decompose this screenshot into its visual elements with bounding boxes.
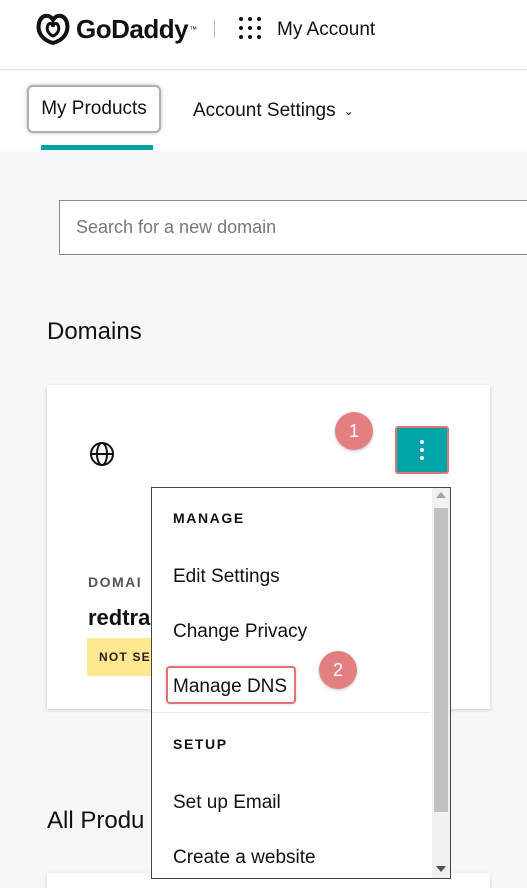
more-options-button[interactable] — [395, 426, 449, 474]
menu-section-setup: SETUP — [173, 736, 228, 752]
trademark-symbol: ™ — [189, 24, 198, 34]
active-tab-indicator — [41, 145, 153, 150]
brand-name: GoDaddy — [76, 13, 189, 44]
menu-item-change-privacy[interactable]: Change Privacy — [173, 621, 307, 643]
all-products-heading: All Produ — [47, 807, 145, 834]
tab-label: My Products — [41, 98, 147, 119]
menu-item-create-website[interactable]: Create a website — [173, 847, 316, 869]
menu-item-set-up-email[interactable]: Set up Email — [173, 792, 281, 814]
godaddy-logo[interactable]: GoDaddy ™ — [34, 12, 197, 46]
menu-divider — [152, 712, 430, 713]
tab-account-settings[interactable]: Account Settings ⌄ — [193, 100, 354, 122]
domain-name[interactable]: redtra — [88, 605, 150, 631]
menu-item-edit-settings[interactable]: Edit Settings — [173, 566, 280, 588]
step-2-badge: 2 — [319, 651, 357, 689]
domain-search-input[interactable] — [59, 200, 527, 255]
step-1-badge: 1 — [335, 412, 373, 450]
domain-actions-menu: MANAGE Edit Settings Change Privacy Mana… — [151, 487, 451, 879]
kebab-dot — [420, 456, 424, 460]
kebab-dot — [420, 440, 424, 444]
menu-scrollbar[interactable] — [432, 488, 450, 878]
my-account-link[interactable]: My Account — [277, 19, 375, 41]
header-divider — [214, 20, 215, 38]
tab-label: Account Settings — [193, 100, 336, 121]
apps-grid-icon[interactable] — [239, 17, 261, 39]
domains-heading: Domains — [47, 318, 142, 345]
tab-my-products[interactable]: My Products — [27, 85, 161, 133]
menu-section-manage: MANAGE — [173, 510, 245, 526]
scroll-up-arrow-icon[interactable] — [436, 492, 446, 498]
scrollbar-thumb[interactable] — [434, 508, 448, 812]
scroll-down-arrow-icon[interactable] — [436, 866, 446, 872]
top-bar: GoDaddy ™ My Account — [0, 0, 527, 70]
globe-icon — [90, 442, 114, 466]
kebab-dot — [420, 448, 424, 452]
domain-card-label: DOMAI — [88, 574, 143, 590]
chevron-down-icon: ⌄ — [343, 104, 354, 118]
menu-item-manage-dns[interactable]: Manage DNS — [173, 676, 287, 698]
main-nav: My Products Account Settings ⌄ — [0, 71, 527, 151]
godaddy-mark-icon — [36, 13, 70, 46]
